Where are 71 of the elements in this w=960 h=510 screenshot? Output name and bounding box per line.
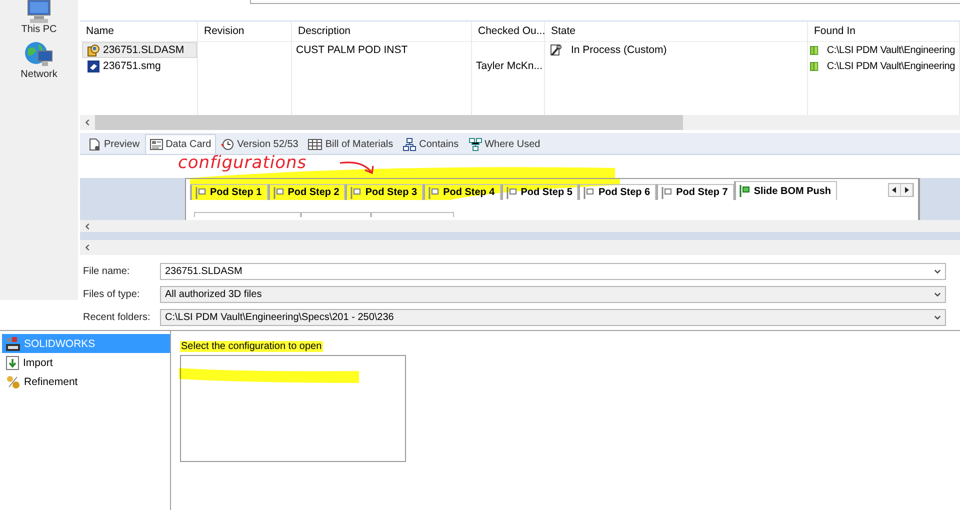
table-cell: C:\LSI PDM Vault\Engineering — [826, 60, 955, 72]
file-name-cell[interactable]: 236751.SLDASM — [82, 42, 197, 58]
column-header[interactable]: State — [545, 22, 807, 42]
configuration-icon — [506, 186, 518, 198]
column-header[interactable]: Description — [292, 22, 471, 42]
vault-folder-icon — [810, 60, 819, 72]
field-label: Recent folders: — [83, 312, 152, 323]
table-cell: CUST PALM POD INST — [296, 44, 408, 56]
dropdown-chevron-icon[interactable] — [934, 268, 941, 275]
configuration-tab[interactable]: Slide BOM Push — [734, 181, 838, 200]
view-tab[interactable]: Preview — [83, 134, 145, 154]
view-tab[interactable]: Data Card — [144, 134, 216, 154]
configuration-icon — [583, 186, 596, 198]
app-logo-icon — [6, 336, 20, 350]
hierarchy-icon — [403, 138, 416, 151]
view-tab[interactable]: Bill of Materials — [303, 134, 398, 154]
file-name-cell[interactable]: 236751.smg — [82, 58, 197, 74]
scroll-left-icon[interactable] — [84, 222, 91, 230]
table-cell: In Process (Custom) — [571, 44, 667, 56]
table-grid-icon — [308, 138, 322, 151]
network-icon — [24, 41, 54, 69]
view-tab[interactable]: Where Used — [464, 134, 546, 154]
option-item[interactable]: Refinement — [2, 372, 170, 391]
column-header[interactable]: Checked Ou... — [472, 22, 544, 42]
card-icon — [150, 138, 163, 151]
configuration-icon — [661, 186, 674, 198]
configuration-prompt: Select the configuration to open — [180, 341, 323, 352]
scroll-left-icon[interactable] — [84, 244, 91, 251]
page-icon — [88, 138, 101, 151]
column-header[interactable]: Revision — [198, 22, 291, 42]
history-clock-icon — [221, 138, 234, 151]
view-tab[interactable]: Contains — [398, 134, 464, 154]
configuration-tab[interactable]: Pod Step 2 — [268, 184, 346, 200]
scroll-left-icon[interactable] — [84, 119, 91, 126]
combo-field[interactable]: 236751.SLDASM — [160, 263, 946, 280]
configuration-tab[interactable]: Pod Step 5 — [500, 184, 578, 200]
field-label: File name: — [83, 266, 131, 277]
nav-label[interactable]: This PC — [21, 24, 57, 35]
dropdown-chevron-icon[interactable] — [934, 291, 941, 298]
scrollbar-thumb[interactable] — [95, 115, 683, 130]
configuration-tab[interactable]: Pod Step 3 — [345, 184, 424, 200]
configuration-list[interactable] — [180, 355, 406, 462]
vault-folder-icon — [810, 44, 819, 56]
configuration-icon — [428, 186, 440, 198]
table-cell: Tayler McKn... — [476, 60, 543, 72]
tab-scroll-left-icon[interactable] — [892, 187, 897, 193]
configuration-tab[interactable]: Pod Step 1 — [190, 184, 268, 200]
table-cell: C:\LSI PDM Vault\Engineering — [826, 44, 955, 56]
nav-label[interactable]: Network — [20, 69, 58, 80]
view-tab[interactable]: Version 52/53 — [216, 134, 304, 154]
dropdown-chevron-icon[interactable] — [934, 314, 941, 321]
configuration-tab[interactable]: Pod Step 6 — [578, 184, 656, 200]
file-name: 236751.smg — [103, 60, 161, 72]
configuration-icon — [350, 186, 362, 198]
assembly-file-icon — [87, 44, 100, 56]
dropdown-field[interactable]: C:\LSI PDM Vault\Engineering\Specs\201 - 250\236 — [160, 309, 946, 326]
dropdown-field[interactable]: All authorized 3D files — [160, 286, 946, 303]
tree-icon — [468, 138, 482, 151]
refinement-icon — [6, 374, 20, 388]
import-icon — [6, 356, 19, 370]
document-file-icon — [87, 60, 100, 72]
configuration-icon — [738, 185, 751, 197]
field-label: Files of type: — [83, 289, 141, 300]
file-name: 236751.SLDASM — [103, 44, 184, 56]
column-header[interactable]: Found In — [808, 22, 959, 42]
handwritten-annotation: configurations — [178, 153, 307, 173]
tab-scroll-right-icon[interactable] — [904, 187, 909, 193]
configuration-icon — [272, 186, 285, 198]
option-item[interactable]: Import — [2, 353, 170, 372]
wrench-icon — [549, 44, 562, 56]
configuration-icon — [195, 186, 207, 198]
